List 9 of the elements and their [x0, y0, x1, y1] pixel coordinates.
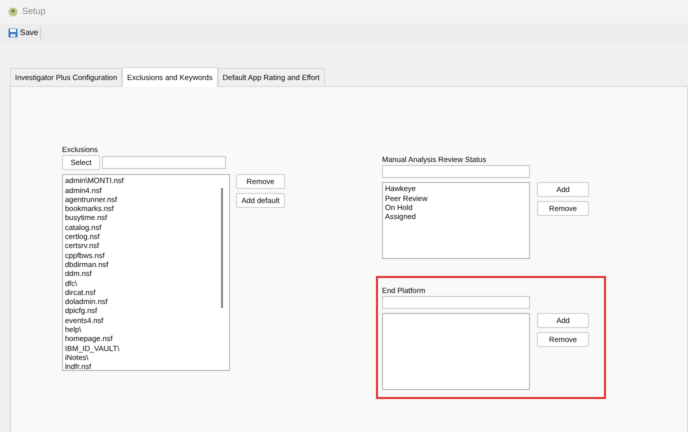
scrollbar-thumb[interactable] — [221, 188, 223, 308]
exclusion-field[interactable] — [102, 156, 226, 170]
save-button[interactable]: Save — [6, 27, 42, 39]
app-icon — [8, 7, 18, 17]
window-title: Setup — [22, 5, 46, 18]
list-box[interactable] — [382, 313, 530, 390]
platform-field[interactable] — [382, 296, 530, 310]
status-field[interactable] — [382, 165, 530, 178]
floppy-icon — [8, 28, 18, 38]
